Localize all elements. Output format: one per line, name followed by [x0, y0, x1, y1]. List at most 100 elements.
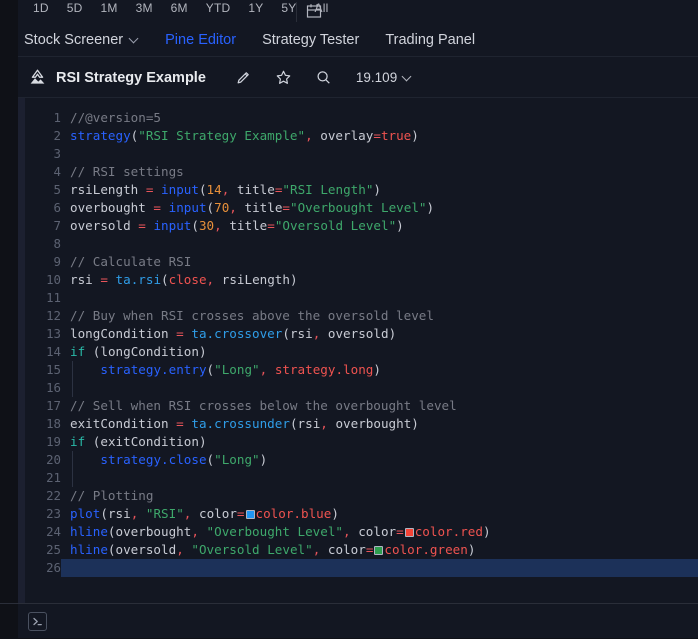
color-swatch[interactable] — [404, 528, 414, 537]
line-number: 10 — [46, 272, 61, 287]
code-line[interactable]: 26 — [25, 559, 698, 577]
toolbar-left-edge — [0, 0, 18, 22]
code-line-content: strategy.close("Long") — [61, 451, 698, 469]
line-number: 22 — [46, 488, 61, 503]
line-number: 16 — [46, 380, 61, 395]
code-line[interactable]: 13 longCondition = ta.crossover(rsi, over… — [25, 325, 698, 343]
code-line[interactable]: 11 — [25, 289, 698, 307]
code-line[interactable]: 21 — [25, 469, 698, 487]
editor-scrollbar[interactable] — [18, 98, 25, 603]
line-number: 5 — [53, 182, 61, 197]
code-line[interactable]: 3 — [25, 145, 698, 163]
terminal-icon[interactable] — [28, 612, 47, 631]
code-line[interactable]: 14 if (longCondition) — [25, 343, 698, 361]
code-text: // RSI settings — [70, 164, 184, 179]
line-number: 9 — [53, 254, 61, 269]
code-line[interactable]: 5 rsiLength = input(14, title="RSI Length… — [25, 181, 698, 199]
line-number: 4 — [53, 164, 61, 179]
color-swatch[interactable] — [374, 546, 384, 555]
code-line[interactable]: 16 — [25, 379, 698, 397]
color-swatch[interactable] — [245, 510, 255, 519]
tab-stock-screener[interactable]: Stock Screener — [24, 32, 139, 48]
code-editor[interactable]: 1 //@version=5 2 strategy("RSI Strategy Exa… — [0, 98, 698, 603]
code-lines[interactable]: 1 //@version=5 2 strategy("RSI Strategy Exa… — [25, 109, 698, 603]
tab-strategy-tester[interactable]: Strategy Tester — [262, 32, 359, 48]
calendar-icon[interactable] — [305, 2, 323, 20]
indent-guide — [72, 361, 73, 379]
range-button[interactable]: 3M — [127, 0, 162, 20]
code-line[interactable]: 8 — [25, 235, 698, 253]
search-icon[interactable] — [315, 69, 332, 86]
tab-pine-editor[interactable]: Pine Editor — [165, 32, 236, 48]
favorite-star-icon[interactable] — [275, 69, 292, 86]
code-line[interactable]: 19 if (exitCondition) — [25, 433, 698, 451]
code-line-content: exitCondition = ta.crossunder(rsi, overb… — [61, 415, 698, 433]
code-line[interactable]: 25 hline(oversold, "Oversold Level", colo… — [25, 541, 698, 559]
tab-trading-panel[interactable]: Trading Panel — [385, 32, 475, 48]
line-number: 24 — [46, 524, 61, 539]
line-number: 7 — [53, 218, 61, 233]
line-number: 18 — [46, 416, 61, 431]
code-line[interactable]: 24 hline(overbought, "Overbought Level", … — [25, 523, 698, 541]
code-line-content: rsi = ta.rsi(close, rsiLength) — [61, 271, 698, 289]
code-line-content — [61, 559, 698, 577]
code-text: longCondition = ta.crossover(rsi, overso… — [70, 326, 397, 341]
edit-icon[interactable] — [235, 69, 252, 86]
range-button[interactable]: 1M — [92, 0, 127, 20]
code-line-content — [61, 379, 698, 397]
line-number: 12 — [46, 308, 61, 323]
range-button[interactable]: YTD — [197, 0, 240, 20]
range-button[interactable]: 1D — [24, 0, 58, 20]
code-line-content: // Buy when RSI crosses above the overso… — [61, 307, 698, 325]
code-line[interactable]: 10 rsi = ta.rsi(close, rsiLength) — [25, 271, 698, 289]
code-line[interactable]: 12 // Buy when RSI crosses above the over… — [25, 307, 698, 325]
code-line[interactable]: 20 strategy.close("Long") — [25, 451, 698, 469]
tab-label: Strategy Tester — [262, 31, 360, 48]
range-button[interactable]: 5Y — [272, 0, 305, 20]
code-line[interactable]: 1 //@version=5 — [25, 109, 698, 127]
code-line-content: rsiLength = input(14, title="RSI Length"… — [61, 181, 698, 199]
range-button[interactable]: 6M — [162, 0, 197, 20]
code-text: rsi = ta.rsi(close, rsiLength) — [70, 272, 298, 287]
line-number: 23 — [46, 506, 61, 521]
line-number: 19 — [46, 434, 61, 449]
code-line-content: // Calculate RSI — [61, 253, 698, 271]
code-line-content: // Sell when RSI crosses below the overb… — [61, 397, 698, 415]
code-line-content: // RSI settings — [61, 163, 698, 181]
line-number: 3 — [53, 146, 61, 161]
code-line[interactable]: 18 exitCondition = ta.crossunder(rsi, ove… — [25, 415, 698, 433]
range-button[interactable]: 5D — [58, 0, 92, 20]
code-text: strategy("RSI Strategy Example", overlay… — [70, 128, 419, 143]
range-button[interactable]: 1Y — [239, 0, 272, 20]
version-selector[interactable]: 19.109 — [356, 70, 412, 85]
code-line[interactable]: 6 overbought = input(70, title="Overbough… — [25, 199, 698, 217]
code-text: //@version=5 — [70, 110, 161, 125]
editor-left-edge — [0, 98, 18, 603]
code-line-content: hline(overbought, "Overbought Level", co… — [61, 523, 698, 541]
code-line[interactable]: 7 oversold = input(30, title="Oversold Le… — [25, 217, 698, 235]
code-line[interactable]: 15 strategy.entry("Long", strategy.long) — [25, 361, 698, 379]
line-number: 6 — [53, 200, 61, 215]
line-number: 13 — [46, 326, 61, 341]
code-line[interactable]: 22 // Plotting — [25, 487, 698, 505]
tab-label: Trading Panel — [385, 31, 476, 48]
code-line-content: hline(oversold, "Oversold Level", color=… — [61, 541, 698, 559]
code-line-content: plot(rsi, "RSI", color= color.blue) — [61, 505, 698, 523]
line-number: 25 — [46, 542, 61, 557]
code-line-content: overbought = input(70, title="Overbought… — [61, 199, 698, 217]
code-line-content: strategy.entry("Long", strategy.long) — [61, 361, 698, 379]
code-line[interactable]: 2 strategy("RSI Strategy Example", overla… — [25, 127, 698, 145]
code-text: if (exitCondition) — [70, 434, 207, 449]
code-line[interactable]: 9 // Calculate RSI — [25, 253, 698, 271]
chevron-down-icon — [130, 35, 139, 44]
code-text: strategy.close("Long") — [100, 452, 268, 467]
line-number: 20 — [46, 452, 61, 467]
line-number: 14 — [46, 344, 61, 359]
code-line-content: if (exitCondition) — [61, 433, 698, 451]
code-line[interactable]: 17 // Sell when RSI crosses below the ove… — [25, 397, 698, 415]
code-line[interactable]: 4 // RSI settings — [25, 163, 698, 181]
script-header-left-edge — [0, 57, 18, 98]
code-line[interactable]: 23 plot(rsi, "RSI", color= color.blue) — [25, 505, 698, 523]
line-number: 11 — [46, 290, 61, 305]
code-line-content: strategy("RSI Strategy Example", overlay… — [61, 127, 698, 145]
